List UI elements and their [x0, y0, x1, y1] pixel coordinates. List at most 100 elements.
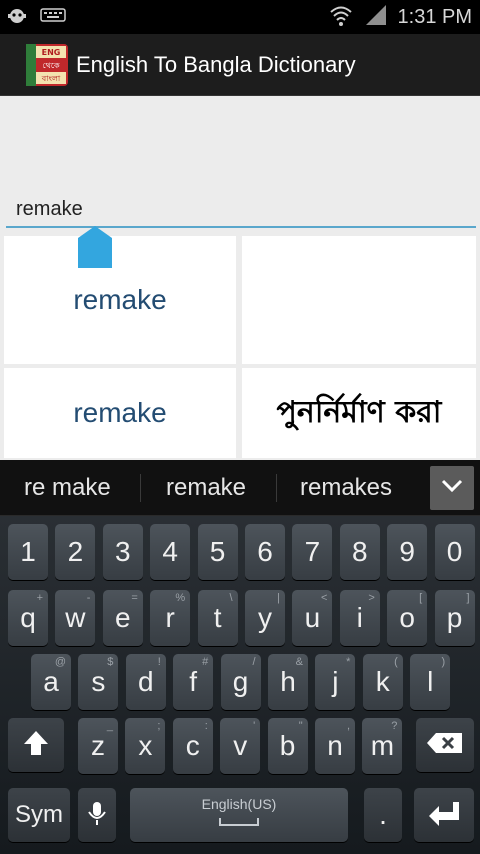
key-label: p	[446, 602, 463, 633]
key-label: n	[327, 730, 343, 761]
letter-key[interactable]: -w	[55, 590, 96, 646]
letter-key[interactable]: > i	[339, 590, 380, 646]
key-label: l	[427, 666, 434, 697]
key-secondary-label: [	[419, 592, 423, 604]
search-field[interactable]	[6, 194, 476, 228]
letter-key[interactable]: \ t	[197, 590, 238, 646]
key-secondary-label: !	[157, 656, 161, 668]
key-secondary-label: @	[54, 656, 66, 668]
enter-arrow-icon	[427, 800, 461, 831]
letter-key[interactable]: ) l	[410, 654, 451, 710]
key-secondary-label: &	[295, 656, 303, 668]
key-label: j	[332, 666, 339, 697]
key-label: g	[232, 666, 249, 697]
status-bar: 1:31 PM	[0, 0, 480, 34]
key-secondary-label: <	[320, 592, 328, 604]
letter-key[interactable]: ; x	[125, 718, 166, 774]
key-secondary-label: |	[277, 592, 280, 604]
key-secondary-label: )	[441, 656, 446, 668]
key-label: 5	[209, 536, 226, 567]
key-secondary-label: :	[204, 720, 208, 732]
key-label: s	[91, 666, 106, 697]
number-key[interactable]: 0	[434, 524, 475, 580]
suggestion-bar: re make remake remakes	[0, 460, 480, 516]
key-label: a	[43, 666, 59, 697]
status-time: 1:31 PM	[397, 5, 472, 28]
number-key[interactable]: 2	[55, 524, 96, 580]
action-bar: ENG থেকে বাংলা English To Bangla Diction…	[0, 34, 480, 96]
text-cursor-handle[interactable]	[78, 226, 112, 270]
result-cell-word-2[interactable]: remake	[4, 368, 236, 458]
period-key[interactable]: .	[364, 788, 402, 842]
result-word: remake	[73, 284, 167, 315]
backspace-key[interactable]	[416, 718, 474, 772]
letter-key[interactable]: | y	[245, 590, 285, 646]
voice-input-key[interactable]	[78, 788, 116, 842]
key-secondary-label: %	[175, 592, 186, 604]
suggestion-item[interactable]: remakes	[300, 474, 392, 502]
letter-key[interactable]: _ z	[78, 718, 118, 774]
letter-key[interactable]: % r	[150, 590, 191, 646]
number-key[interactable]: 8	[339, 524, 380, 580]
backspace-icon	[426, 731, 464, 760]
app-logo-icon: ENG থেকে বাংলা	[24, 42, 70, 88]
key-label: b	[279, 730, 296, 761]
letter-key[interactable]: < u	[292, 590, 333, 646]
letter-key[interactable]: ' v	[220, 718, 261, 774]
number-key[interactable]: 9	[387, 524, 428, 580]
period-key-label: .	[379, 799, 387, 830]
result-cell-meaning-2[interactable]: পুনর্নির্মাণ করা	[242, 368, 476, 458]
letter-key[interactable]: ? m	[362, 718, 403, 774]
letter-key[interactable]: $ s	[78, 654, 119, 710]
key-secondary-label: >	[368, 592, 375, 604]
letter-key[interactable]: ! d	[125, 654, 166, 710]
microphone-icon	[86, 798, 108, 833]
app-title: English To Bangla Dictionary	[76, 52, 356, 77]
key-secondary-label: _	[106, 720, 113, 732]
letter-key[interactable]: ,n	[315, 718, 355, 774]
key-secondary-label: =	[131, 592, 138, 604]
search-input[interactable]	[6, 194, 476, 224]
shift-arrow-icon	[22, 729, 50, 762]
suggestion-item[interactable]: re make	[24, 474, 111, 502]
suggestion-divider	[276, 474, 277, 502]
letter-key[interactable]: " b	[267, 718, 308, 774]
key-label: 7	[304, 536, 321, 567]
number-key[interactable]: 5	[197, 524, 238, 580]
key-secondary-label: *	[346, 656, 351, 668]
key-label: 0	[446, 536, 463, 567]
letter-key[interactable]: & h	[268, 654, 308, 710]
number-key[interactable]: 3	[102, 524, 143, 580]
expand-suggestions-button[interactable]	[430, 466, 474, 510]
key-label: y	[258, 602, 272, 633]
number-key[interactable]: 1	[8, 524, 48, 580]
letter-key[interactable]: @ a	[31, 654, 71, 710]
enter-key[interactable]	[414, 788, 474, 842]
letter-key[interactable]: # f	[173, 654, 214, 710]
number-key[interactable]: 4	[150, 524, 191, 580]
letter-key[interactable]: / g	[220, 654, 261, 710]
key-label: z	[91, 730, 105, 761]
letter-key[interactable]: + q	[8, 590, 48, 646]
letter-key[interactable]: :c	[172, 718, 213, 774]
result-cell-word-1[interactable]: remake	[4, 236, 236, 364]
key-label: m	[370, 730, 395, 761]
shift-key[interactable]	[8, 718, 64, 772]
number-key[interactable]: 6	[245, 524, 285, 580]
suggestion-item[interactable]: remake	[166, 474, 246, 502]
letter-key[interactable]: = e	[102, 590, 143, 646]
space-key-label: English(US)	[201, 796, 277, 812]
letter-key[interactable]: * j	[315, 654, 356, 710]
key-secondary-label: ,	[346, 720, 350, 732]
letter-key[interactable]: ] p	[434, 590, 475, 646]
sym-key[interactable]: Sym	[8, 788, 70, 842]
space-key[interactable]: English(US)	[130, 788, 348, 842]
key-label: t	[213, 602, 222, 633]
key-label: x	[138, 730, 153, 761]
logo-text-bangla: বাংলা	[41, 74, 61, 83]
result-cell-meaning-1[interactable]	[242, 236, 476, 364]
number-key[interactable]: 7	[292, 524, 333, 580]
letter-key[interactable]: [o	[387, 590, 428, 646]
key-label: u	[304, 602, 321, 633]
letter-key[interactable]: (k	[362, 654, 403, 710]
